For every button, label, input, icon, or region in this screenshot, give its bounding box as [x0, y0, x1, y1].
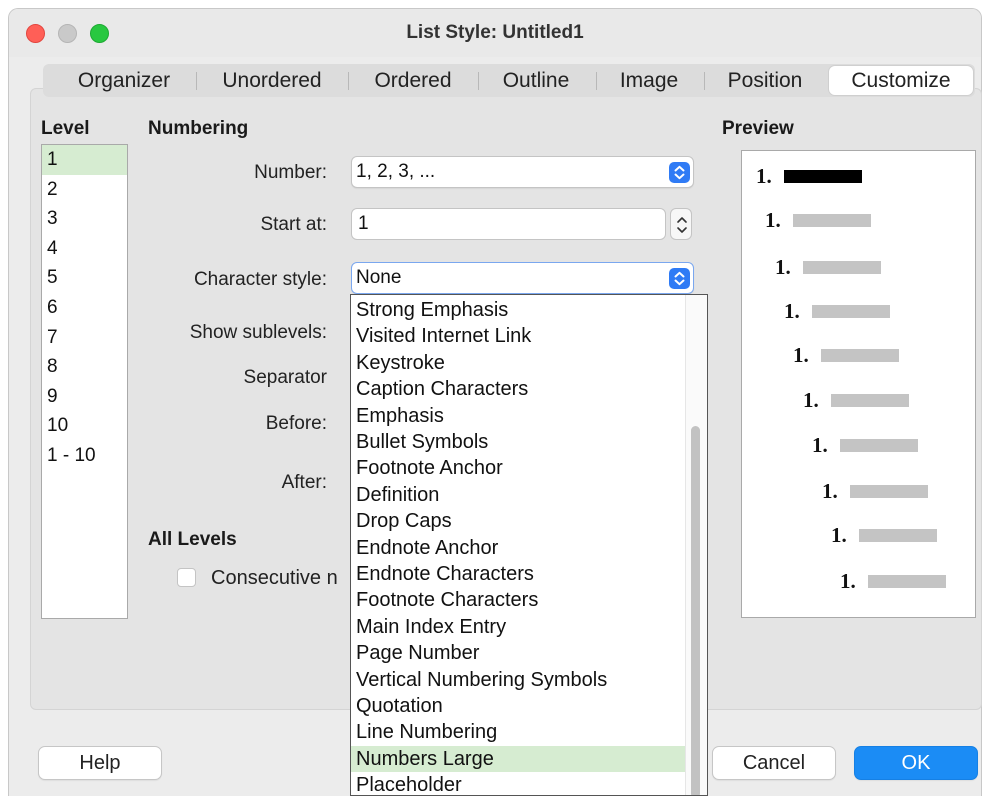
character-style-value: None — [356, 267, 402, 288]
preview-line — [859, 529, 937, 542]
preview-line — [831, 394, 909, 407]
title-bar: List Style: Untitled1 — [9, 9, 981, 57]
dropdown-item[interactable]: Keystroke — [351, 350, 685, 376]
preview-box: 1. 1. 1. 1. 1. 1. 1. 1. 1. 1. — [741, 150, 976, 618]
preview-line — [868, 575, 946, 588]
up-down-chevron-icon — [669, 162, 690, 183]
numbering-heading: Numbering — [148, 118, 249, 139]
character-style-label: Character style: — [193, 269, 327, 290]
start-at-input[interactable]: 1 — [351, 208, 666, 240]
tab-organizer[interactable]: Organizer — [59, 64, 189, 97]
tab-separator — [348, 72, 349, 90]
tab-separator — [196, 72, 197, 90]
tab-separator — [704, 72, 705, 90]
before-label: Before: — [265, 413, 327, 434]
show-sublevels-label: Show sublevels: — [189, 322, 327, 343]
preview-line — [850, 485, 928, 498]
help-button[interactable]: Help — [38, 746, 162, 780]
number-format-select[interactable]: 1, 2, 3, ... — [351, 156, 694, 188]
number-label: Number: — [254, 162, 327, 183]
dropdown-item[interactable]: Definition — [351, 482, 685, 508]
dropdown-item[interactable]: Caption Characters — [351, 376, 685, 402]
dropdown-item[interactable]: Main Index Entry — [351, 614, 685, 640]
dropdown-item[interactable]: Visited Internet Link — [351, 323, 685, 349]
dropdown-item-highlighted[interactable]: Numbers Large — [351, 745, 685, 773]
scrollbar-thumb[interactable] — [691, 426, 700, 795]
consecutive-numbering-checkbox[interactable] — [177, 568, 196, 587]
dropdown-item[interactable]: Placeholder — [351, 772, 685, 795]
tab-image[interactable]: Image — [601, 64, 697, 97]
dropdown-item[interactable]: Bullet Symbols — [351, 429, 685, 455]
preview-number: 1. — [793, 343, 809, 367]
start-at-label: Start at: — [260, 214, 327, 235]
level-item-all[interactable]: 1 - 10 — [42, 441, 127, 471]
dropdown-item[interactable]: Page Number — [351, 640, 685, 666]
tab-separator — [478, 72, 479, 90]
ok-button[interactable]: OK — [854, 746, 978, 780]
preview-line — [821, 349, 899, 362]
dropdown-item[interactable]: Footnote Characters — [351, 587, 685, 613]
up-down-chevron-icon — [677, 217, 687, 233]
preview-number: 1. — [765, 208, 781, 232]
dropdown-item[interactable]: Line Numbering — [351, 719, 685, 745]
preview-line — [840, 439, 918, 452]
start-at-stepper[interactable] — [670, 208, 692, 240]
preview-number: 1. — [822, 479, 838, 503]
all-levels-heading: All Levels — [148, 529, 237, 550]
tab-unordered[interactable]: Unordered — [203, 64, 341, 97]
preview-line — [812, 305, 890, 318]
level-item-6[interactable]: 6 — [42, 293, 127, 323]
tab-ordered[interactable]: Ordered — [355, 64, 471, 97]
dropdown-item[interactable]: Footnote Anchor — [351, 455, 685, 481]
tab-position[interactable]: Position — [711, 64, 819, 97]
level-item-4[interactable]: 4 — [42, 234, 127, 264]
preview-number: 1. — [803, 388, 819, 412]
tab-bar: Organizer Unordered Ordered Outline Imag… — [43, 64, 975, 97]
tab-outline[interactable]: Outline — [483, 64, 589, 97]
character-style-select[interactable]: None — [351, 262, 694, 294]
consecutive-numbering-label: Consecutive n — [211, 567, 338, 589]
preview-line — [784, 170, 862, 183]
dropdown-item[interactable]: Endnote Anchor — [351, 535, 685, 561]
after-label: After: — [281, 472, 327, 493]
preview-heading: Preview — [722, 118, 794, 139]
dropdown-item[interactable]: Quotation — [351, 693, 685, 719]
tab-separator — [596, 72, 597, 90]
preview-line — [803, 261, 881, 274]
cancel-button[interactable]: Cancel — [712, 746, 836, 780]
window-title: List Style: Untitled1 — [406, 22, 584, 43]
preview-number: 1. — [840, 569, 856, 593]
level-heading: Level — [41, 118, 90, 139]
up-down-chevron-icon — [669, 268, 690, 289]
dropdown-item[interactable]: Vertical Numbering Symbols — [351, 667, 685, 693]
preview-number: 1. — [756, 164, 772, 188]
dropdown-item[interactable]: Endnote Characters — [351, 561, 685, 587]
tab-customize[interactable]: Customize — [829, 66, 973, 95]
preview-number: 1. — [784, 299, 800, 323]
separator-label: Separator — [243, 367, 327, 388]
preview-line — [793, 214, 871, 227]
dropdown-item[interactable]: Drop Caps — [351, 508, 685, 534]
dropdown-item[interactable]: Strong Emphasis — [351, 297, 685, 323]
preview-number: 1. — [831, 523, 847, 547]
character-style-dropdown[interactable]: Strong Emphasis Visited Internet Link Ke… — [350, 294, 708, 796]
number-format-value: 1, 2, 3, ... — [356, 161, 436, 182]
dropdown-item[interactable]: Emphasis — [351, 403, 685, 429]
preview-number: 1. — [775, 255, 791, 279]
dropdown-scrollbar[interactable] — [685, 295, 707, 795]
preview-number: 1. — [812, 433, 828, 457]
